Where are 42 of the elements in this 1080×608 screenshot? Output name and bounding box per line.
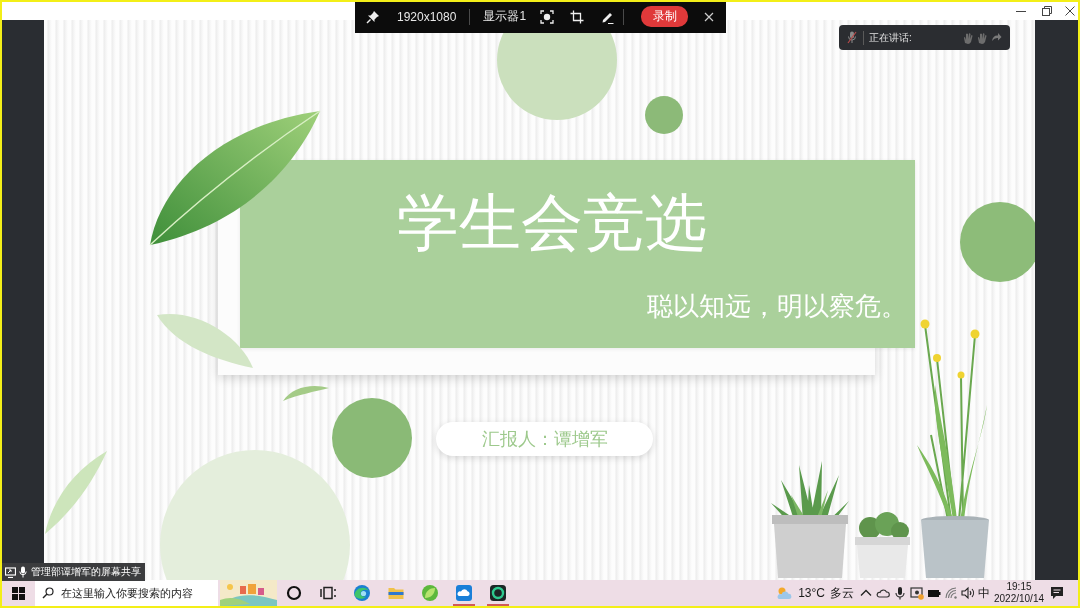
task-view-icon[interactable]	[319, 584, 337, 602]
windows-icon[interactable]	[12, 586, 25, 600]
screen-icon	[5, 566, 16, 578]
resolution-selector[interactable]: 1920x1080	[397, 9, 457, 24]
focus-frame-icon[interactable]	[540, 9, 555, 24]
close-icon[interactable]	[1065, 6, 1075, 16]
weather-temperature: 13°C	[798, 586, 825, 600]
restore-icon[interactable]	[1042, 6, 1052, 16]
leaf-drawing	[282, 383, 330, 402]
speaking-label: 正在讲话:	[869, 30, 912, 45]
volume-icon[interactable]	[960, 586, 975, 600]
illustration-icon[interactable]	[220, 580, 277, 606]
microphone-icon[interactable]	[892, 586, 907, 600]
presenter-tag: 汇报人：谭增军	[436, 422, 653, 456]
clock-date: 2022/10/14	[993, 593, 1045, 605]
hand-icon	[976, 31, 988, 44]
cactus-pot-drawing	[855, 512, 910, 578]
slide-subtitle: 聪以知远，明以察危。	[647, 291, 907, 321]
search-field[interactable]: 在这里输入你要搜索的内容	[35, 580, 218, 606]
notification-icon[interactable]	[1050, 586, 1064, 600]
sun-cloud-icon	[776, 585, 793, 601]
clock-time: 19:15	[1006, 581, 1032, 593]
curved-arrow-icon	[990, 31, 1002, 44]
record-button[interactable]: 录制	[641, 6, 689, 27]
ring-icon[interactable]	[489, 584, 507, 602]
cloud-icon[interactable]	[875, 586, 890, 600]
circle-icon[interactable]	[285, 584, 303, 602]
cloud-icon[interactable]	[455, 584, 473, 602]
circle-decoration	[645, 96, 683, 134]
slide-title: 学生会竞选	[397, 187, 707, 259]
swirl-icon[interactable]	[353, 584, 371, 602]
display-icon[interactable]	[909, 586, 924, 600]
search-icon	[42, 587, 54, 599]
weather-condition: 多云	[830, 584, 854, 602]
input-method-indicator[interactable]: 中	[976, 584, 991, 602]
display-selector[interactable]: 显示器1	[483, 8, 527, 25]
crop-icon[interactable]	[570, 9, 585, 24]
mic-muted-icon	[847, 31, 857, 44]
microphone-icon	[19, 566, 27, 578]
hand-icon	[962, 31, 974, 44]
screen-share-label: 管理部谭增军的屏幕共享	[31, 565, 141, 579]
pin-icon[interactable]	[366, 9, 380, 24]
